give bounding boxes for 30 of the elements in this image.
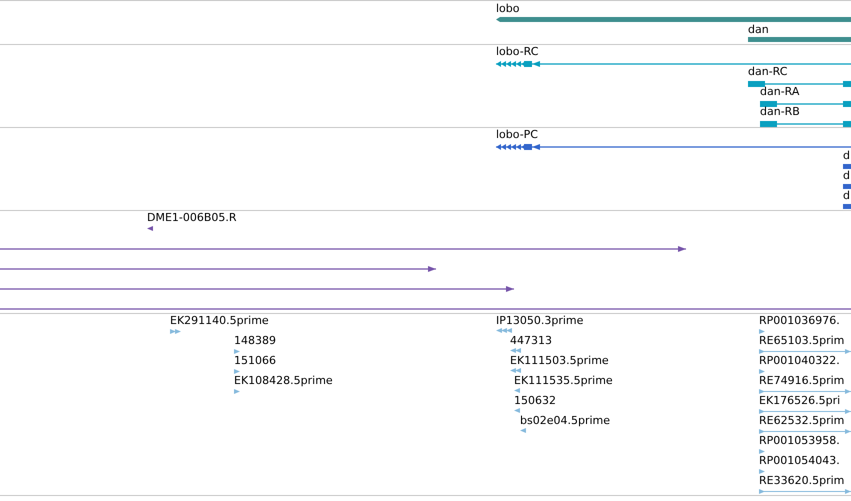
- feature-label: 150632: [514, 395, 556, 407]
- feature-label: RE74916.5prim: [759, 375, 844, 387]
- feature-label: RP001053958.: [759, 435, 840, 447]
- feature-label: lobo-PC: [496, 129, 538, 141]
- feature-label: EK111503.5prime: [510, 355, 609, 367]
- feature-label: EK176526.5pri: [759, 395, 840, 407]
- feature-label: RP001036976.: [759, 315, 840, 327]
- feature-label: RE33620.5prim: [759, 475, 844, 487]
- feature-label: RE62532.5prim: [759, 415, 844, 427]
- feature-label: dan-RB: [760, 106, 800, 118]
- feature-label: d: [843, 190, 850, 202]
- feature-label: d: [843, 170, 850, 182]
- feature-label: lobo: [496, 3, 520, 15]
- feature-label: d: [843, 150, 850, 162]
- feature-label: RP001040322.: [759, 355, 840, 367]
- feature-label: 148389: [234, 335, 276, 347]
- feature-label: DME1-006B05.R: [147, 212, 237, 224]
- feature-label: RP001054043.: [759, 455, 840, 467]
- feature-label: EK108428.5prime: [234, 375, 333, 387]
- feature-label: dan-RA: [760, 86, 800, 98]
- feature-label: RE65103.5prim: [759, 335, 844, 347]
- feature-label: dan-RC: [748, 66, 788, 78]
- feature-label: 151066: [234, 355, 276, 367]
- feature-label: EK291140.5prime: [170, 315, 269, 327]
- feature-label: bs02e04.5prime: [520, 415, 610, 427]
- feature-label: dan: [748, 24, 769, 36]
- feature-label: IP13050.3prime: [496, 315, 584, 327]
- feature-label: EK111535.5prime: [514, 375, 613, 387]
- feature-label: lobo-RC: [496, 46, 538, 58]
- feature-label: 447313: [510, 335, 552, 347]
